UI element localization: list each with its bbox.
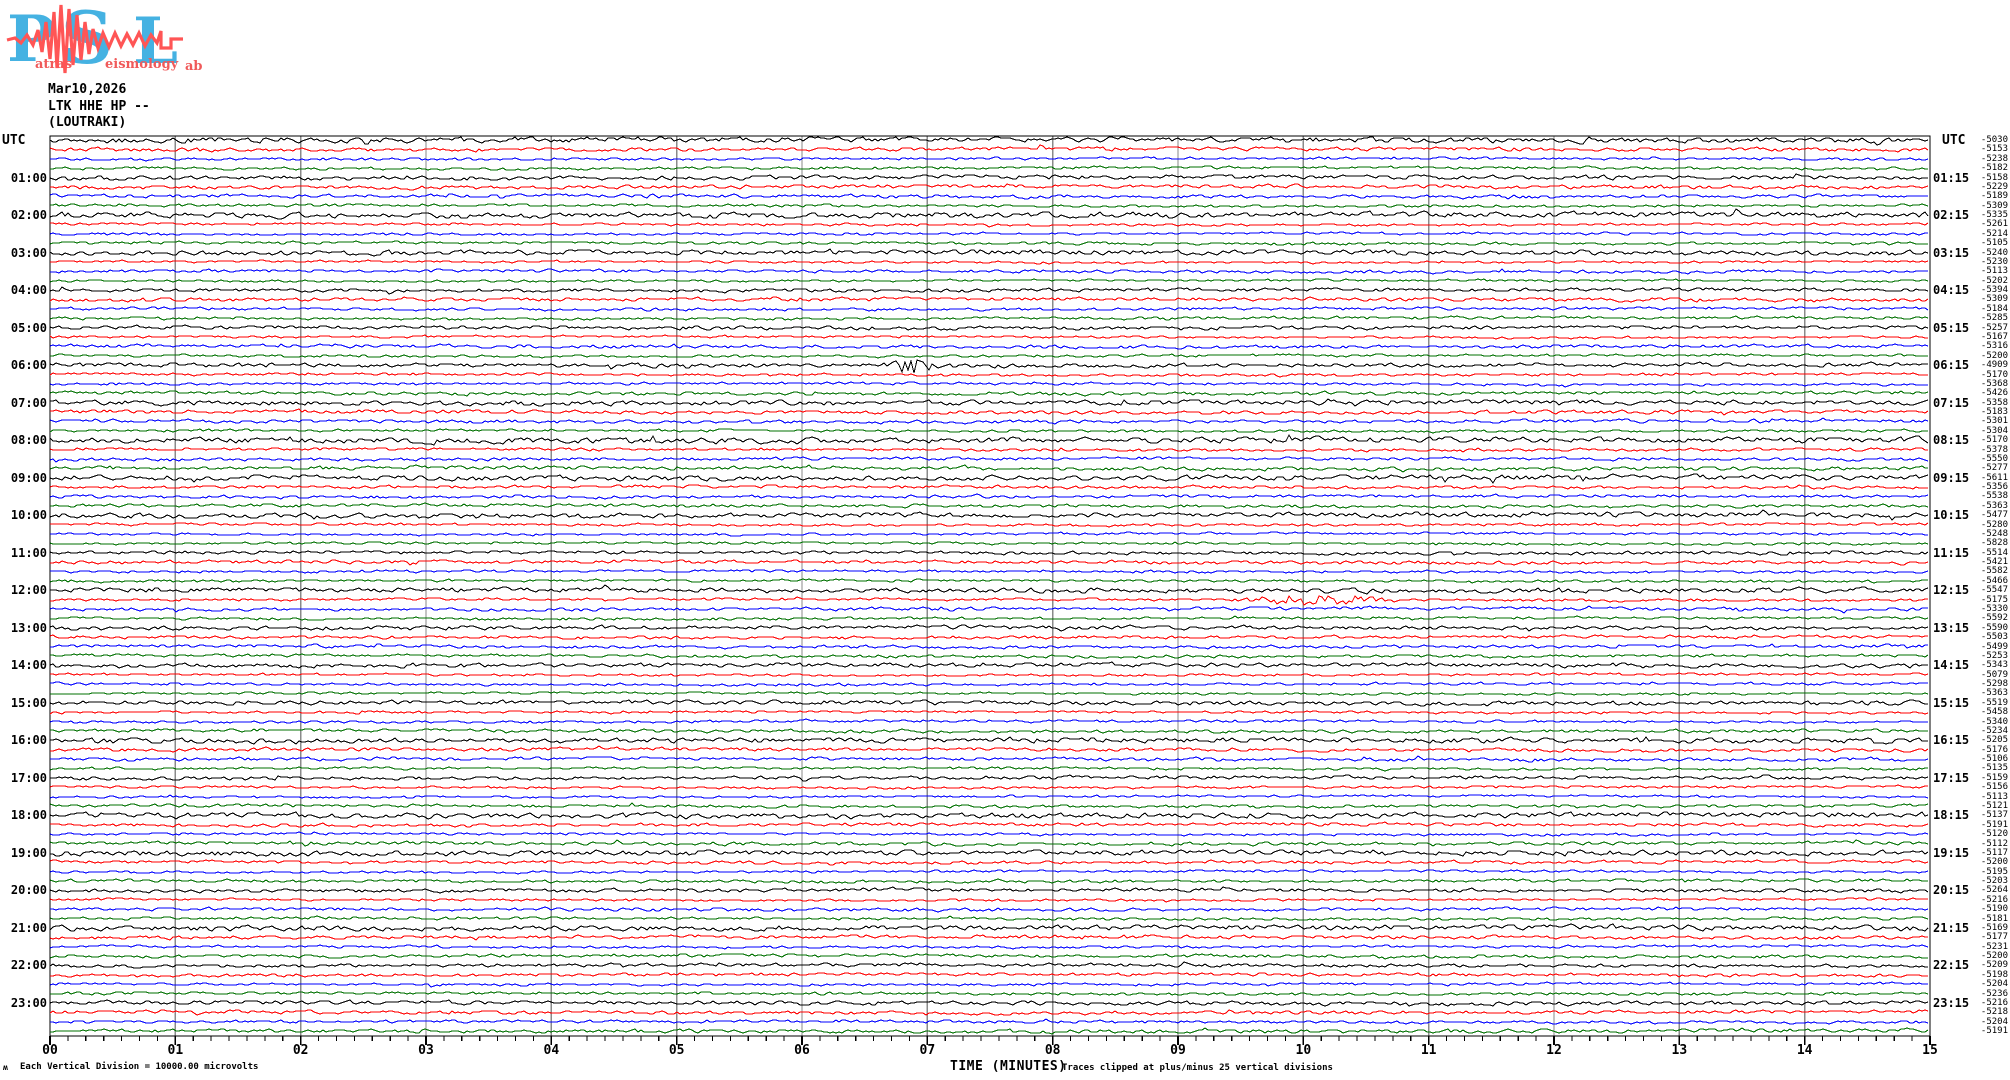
trace-offset-value: -5205 [1980,735,2008,746]
x-tick-label: 04 [543,1043,560,1058]
x-tick-label: 03 [418,1043,434,1058]
trace-offset-value: -5316 [1980,341,2008,352]
trace-offset-value: -5182 [1980,163,2008,174]
trace-offset-value: -5426 [1980,388,2008,399]
hour-label: 04:00 [10,283,47,298]
x-tick-label: 13 [1671,1043,1688,1058]
x-tick-label: 00 [42,1043,58,1058]
hour-label: 02:00 [10,208,47,223]
x-tick-label: 02 [292,1043,309,1058]
trace-offset-value: -5170 [1980,435,2008,446]
hour-label: 08:00 [10,433,47,448]
trace-offset-value: -5343 [1980,660,2008,671]
hour-label: 06:00 [10,358,47,373]
trace-offset-value: -5218 [1980,1007,2008,1018]
hour-label: 05:00 [10,320,47,335]
x-tick-label: 09 [1170,1043,1186,1058]
trace-offset-value: -5547 [1980,585,2008,596]
x-tick-label: 10 [1295,1043,1312,1058]
hour-label: 01:00 [10,170,47,185]
trace-offset-value: -5120 [1980,829,2008,840]
trace-offset-value: -5137 [1980,810,2008,821]
trace-offset-value: -5458 [1980,707,2008,718]
x-tick-label: 12 [1546,1043,1562,1058]
hour-label: 07:00 [10,395,47,410]
trace-offset-value: -5477 [1980,510,2008,521]
hour-label: 11:00 [10,545,47,560]
trace-offset-value: -5204 [1980,979,2008,990]
hour-label: 14:00 [10,658,47,673]
trace-offset-value: -5503 [1980,632,2008,643]
helicorder-page: P S L atras eismology ab Mar10,2026 LTK … [0,0,2010,1080]
hour-label: 18:00 [10,808,47,823]
hour-label: 09:00 [10,470,47,485]
trace-offset-value: -5113 [1980,266,2008,277]
hour-label: 16:00 [10,733,47,748]
scale-note: Each Vertical Division = 10000.00 microv… [20,1062,259,1072]
trace-offset-value: -5190 [1980,904,2008,915]
x-tick-label: 11 [1420,1043,1437,1058]
x-tick-label: 15 [1922,1043,1938,1058]
time-axis-title: TIME (MINUTES) [950,1059,1067,1074]
hour-label: 20:00 [10,883,47,898]
hour-label: 10:00 [10,508,47,523]
x-tick-label: 05 [668,1043,685,1058]
trace-offset-value: -4909 [1980,360,2008,371]
watermark-glyph: ʍ [3,1063,8,1072]
hour-label: 21:00 [10,920,47,935]
hour-label: 22:00 [10,958,47,973]
hour-label: 17:00 [10,770,47,785]
x-tick-label: 14 [1796,1043,1813,1058]
hour-label: 13:00 [10,620,47,635]
trace-offset-value: -5200 [1980,857,2008,868]
x-tick-label: 06 [794,1043,810,1058]
trace-offset-value: -5156 [1980,782,2008,793]
x-tick-label: 08 [1044,1043,1061,1058]
trace-offset-value: -5191 [1980,1026,2008,1037]
trace-offset-value: -5285 [1980,313,2008,324]
hour-label: 12:00 [10,583,47,598]
x-tick-label: 01 [167,1043,184,1058]
hour-label: 03:00 [10,245,47,260]
trace-offset-value: -5828 [1980,538,2008,549]
hour-label: 23:00 [10,995,47,1010]
trace-offset-value: -5189 [1980,191,2008,202]
trace-offset-value: -5177 [1980,932,2008,943]
clip-note: Traces clipped at plus/minus 25 vertical… [1062,1063,1333,1073]
hour-label: 19:00 [10,845,47,860]
trace-offset-value: -5277 [1980,463,2008,474]
hour-label: 15:00 [10,695,47,710]
x-tick-label: 07 [919,1043,936,1058]
trace-offset-value: -5105 [1980,238,2008,249]
seismogram-plot [49,135,1931,1045]
